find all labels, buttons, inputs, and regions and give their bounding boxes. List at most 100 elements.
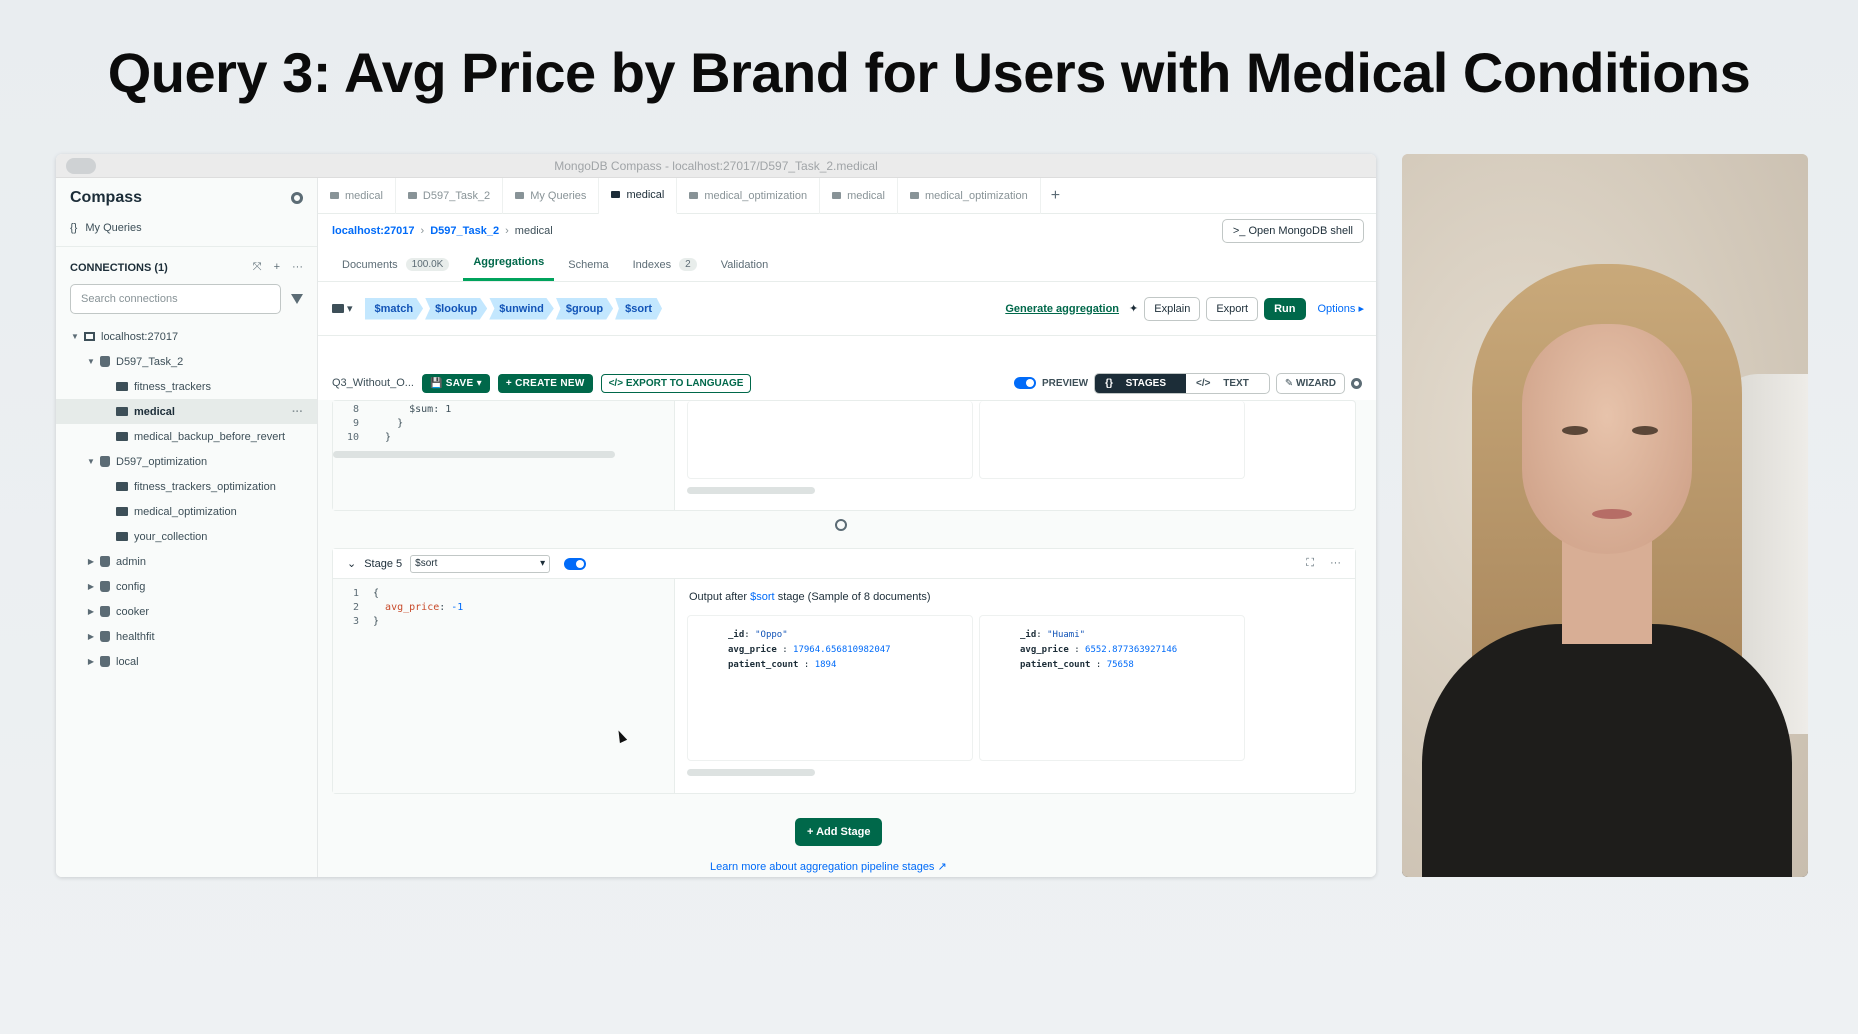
text-view-button[interactable]: </> TEXT [1186, 374, 1269, 393]
tree-node-coll[interactable]: medical_backup_before_revert [56, 424, 317, 449]
tab-schema[interactable]: Schema [558, 259, 618, 281]
save-button[interactable]: 💾 SAVE ▾ [421, 373, 490, 393]
add-stage-between-icon[interactable] [835, 519, 847, 531]
export-button[interactable]: Export [1206, 296, 1259, 321]
settings-gear-icon[interactable] [291, 192, 303, 204]
learn-more-label: Learn more about aggregation pipeline st… [710, 861, 935, 873]
more-icon[interactable]: ··· [292, 261, 303, 274]
tree-node-db[interactable]: ▶ cooker [56, 599, 317, 624]
collapse-icon[interactable]: ⤧ [253, 261, 262, 274]
database-icon [100, 581, 110, 592]
collapse-stage-icon[interactable]: ⌄ [347, 557, 356, 570]
tab-label: D597_Task_2 [422, 189, 491, 202]
workspace-tab[interactable]: D597_Task_2 [396, 177, 504, 214]
stage-5-editor[interactable]: 1{2 avg_price: -1 3} [333, 579, 675, 793]
create-new-button[interactable]: + CREATE NEW [497, 373, 593, 393]
workspace-tab[interactable]: medical [599, 177, 678, 214]
tree-node-coll[interactable]: fitness_trackers [56, 374, 317, 399]
caret-right-icon[interactable]: ▶ [86, 607, 96, 616]
add-connection-icon[interactable]: + [274, 261, 280, 274]
tree-node-db[interactable]: ▼ D597_Task_2 [56, 349, 317, 374]
tree-node-coll[interactable]: medical ··· [56, 399, 317, 424]
options-button[interactable]: Options ▸ [1318, 302, 1365, 315]
stage-chip[interactable]: $unwind [489, 297, 554, 320]
tree-node-coll[interactable]: fitness_trackers_optimization [56, 474, 317, 499]
workspace-tab[interactable]: medical [318, 177, 396, 214]
window-menu-icon[interactable] [66, 158, 96, 174]
workspace-tab[interactable]: My Queries [503, 177, 600, 214]
doc-id: "Oppo" [755, 630, 788, 640]
stage-chip[interactable]: $lookup [425, 297, 488, 320]
tab-validation[interactable]: Validation [711, 259, 779, 281]
folder-icon [330, 192, 339, 199]
tree-node-label: cooker [116, 605, 150, 618]
caret-right-icon[interactable]: ▶ [86, 632, 96, 641]
open-shell-button[interactable]: >_ Open MongoDB shell [1221, 219, 1364, 243]
tab-label: medical [626, 188, 665, 201]
preview-scrollbar[interactable] [687, 769, 815, 776]
tree-node-db[interactable]: ▶ healthfit [56, 624, 317, 649]
breadcrumb-db[interactable]: D597_Task_2 [430, 225, 499, 237]
export-to-language-button[interactable]: </> EXPORT TO LANGUAGE [600, 373, 752, 393]
pipeline-bar: Q3_Without_O... 💾 SAVE ▾ + CREATE NEW </… [318, 366, 1376, 400]
node-more-icon[interactable]: ··· [292, 406, 303, 418]
stage-chip[interactable]: $match [364, 297, 424, 320]
filter-icon[interactable] [291, 294, 303, 304]
folder-icon [332, 304, 344, 313]
tree-node-db[interactable]: ▶ local [56, 649, 317, 674]
tab-indexes[interactable]: Indexes 2 [623, 258, 707, 281]
tree-node-coll[interactable]: medical_optimization [56, 499, 317, 524]
new-tab-button[interactable]: + [1041, 187, 1070, 205]
caret-down-icon[interactable]: ▼ [86, 357, 96, 366]
explain-button[interactable]: Explain [1144, 296, 1201, 321]
expand-icon[interactable]: ⛶ [1306, 557, 1314, 570]
stages-view-button[interactable]: {} STAGES [1095, 373, 1187, 393]
caret-right-icon[interactable]: ▶ [86, 557, 96, 566]
pipeline-settings-icon[interactable] [1351, 377, 1362, 389]
stage-enabled-toggle[interactable] [564, 557, 587, 570]
workspace-tab[interactable]: medical_optimization [677, 177, 821, 214]
stage-more-icon[interactable]: ··· [1330, 557, 1341, 570]
output-prefix: Output after [689, 591, 748, 603]
pipeline-workspace: Q3_Without_O... 💾 SAVE ▾ + CREATE NEW </… [318, 366, 1376, 877]
braces-icon [515, 192, 525, 199]
connections-header: CONNECTIONS (1) [70, 261, 168, 274]
my-queries-link[interactable]: {} My Queries [56, 218, 317, 246]
wizard-button[interactable]: ✎ WIZARD [1275, 372, 1345, 394]
search-connections-input[interactable]: Search connections [70, 284, 281, 314]
stage-chip[interactable]: $sort [615, 297, 663, 320]
tree-node-db[interactable]: ▶ config [56, 574, 317, 599]
tree-node-host[interactable]: ▼ localhost:27017 [56, 324, 317, 349]
code-text: } [373, 616, 380, 627]
stage-operator-select[interactable]: $sort ▾ [410, 554, 551, 573]
learn-more-link[interactable]: Learn more about aggregation pipeline st… [710, 860, 947, 873]
run-button[interactable]: Run [1264, 297, 1306, 320]
stage-card-previous: 8 $sum: 19 } 10 } [332, 400, 1356, 511]
stage-editor-previous[interactable]: 8 $sum: 19 } 10 } [333, 401, 675, 510]
caret-down-icon[interactable]: ▼ [86, 457, 96, 466]
saved-pipelines-button[interactable]: ▾ [332, 302, 353, 315]
editor-scrollbar[interactable] [333, 451, 615, 458]
caret-down-icon[interactable]: ▼ [70, 332, 80, 341]
tree-node-coll[interactable]: your_collection [56, 524, 317, 549]
add-stage-button[interactable]: + Add Stage [795, 818, 883, 846]
stage-chip[interactable]: $group [555, 297, 614, 320]
doc-patient-count: 1894 [814, 660, 837, 670]
tab-aggregations[interactable]: Aggregations [463, 256, 555, 281]
documents-count-badge: 100.0K [405, 258, 450, 271]
breadcrumb-host[interactable]: localhost:27017 [332, 225, 415, 237]
caret-right-icon[interactable]: ▶ [86, 657, 96, 666]
database-icon [100, 631, 110, 642]
preview-toggle[interactable] [1013, 377, 1036, 389]
workspace-tab[interactable]: medical [820, 177, 898, 214]
tab-documents[interactable]: Documents 100.0K [332, 258, 459, 281]
caret-right-icon[interactable]: ▶ [86, 582, 96, 591]
tree-node-db[interactable]: ▼ D597_optimization [56, 449, 317, 474]
folder-icon [832, 192, 842, 199]
tree-node-db[interactable]: ▶ admin [56, 549, 317, 574]
preview-scrollbar[interactable] [687, 487, 815, 494]
workspace-tab[interactable]: medical_optimization [898, 177, 1041, 214]
presenter-face [1522, 324, 1692, 554]
generate-aggregation-link[interactable]: Generate aggregation [1005, 303, 1119, 315]
output-operator-link[interactable]: $sort [750, 591, 774, 603]
